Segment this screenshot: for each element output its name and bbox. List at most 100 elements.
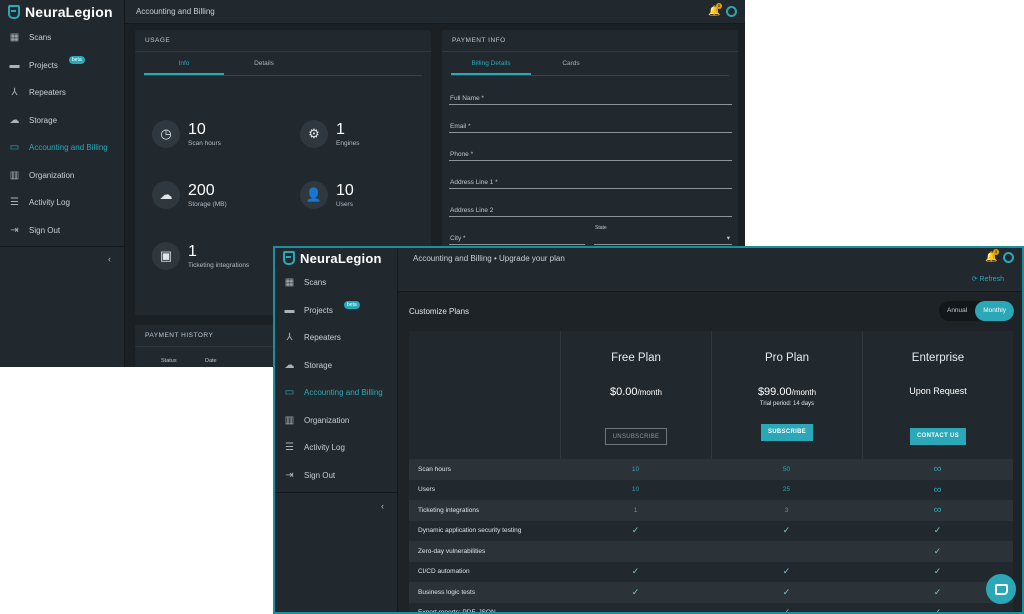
refresh-button[interactable]: ⟳ Refresh <box>972 275 1004 283</box>
sidebar-item-storage[interactable]: ☁ Storage <box>0 107 124 135</box>
price-period: /month <box>637 388 662 397</box>
payment-info-title: PAYMENT INFO <box>442 30 738 52</box>
repeater-icon: ⅄ <box>286 332 293 344</box>
bell-icon[interactable]: 🔔 5 <box>985 249 999 263</box>
city-field[interactable]: City * <box>449 231 585 245</box>
sidebar: NeuraLegion ▦ Scans ▬ Projects beta ⅄ Repeat… <box>0 0 125 367</box>
toggle-annual[interactable]: Annual <box>939 301 975 321</box>
feature-value: 3 <box>784 506 789 514</box>
stat-value: 1 <box>336 121 345 138</box>
feature-name: Export reports: PDF, JSON <box>418 609 496 614</box>
sidebar-item-label: Storage <box>304 360 333 370</box>
plans-title: Customize Plans <box>409 307 470 316</box>
infinity-icon: ∞ <box>933 504 942 517</box>
clock-icon: ◷ <box>152 120 180 148</box>
feature-name: Scan hours <box>418 465 451 473</box>
stat-value: 200 <box>188 182 215 199</box>
front-window: NeuraLegion ▦ Scans ▬ Projects beta ⅄ Repeat… <box>273 246 1024 614</box>
account-icon[interactable] <box>1003 252 1014 263</box>
payment-info-card: PAYMENT INFO Billing Details Cards Full … <box>442 30 738 260</box>
check-icon: ✓ <box>782 586 791 597</box>
sidebar-item-projects[interactable]: ▬ Projects beta <box>0 52 124 80</box>
price-amount: $99.00 <box>757 386 792 398</box>
billing-period-toggle[interactable]: Annual Monthly <box>938 301 1014 321</box>
sidebar-item-label: Organization <box>304 415 350 425</box>
field-label: Email * <box>450 123 471 130</box>
state-select[interactable]: State ▾ <box>594 225 732 245</box>
usage-title: USAGE <box>135 30 431 52</box>
sidebar-item-scans[interactable]: ▦ Scans <box>275 269 397 297</box>
email-field[interactable]: Email * <box>449 119 732 133</box>
sidebar-item-sign-out[interactable]: ⇥ Sign Out <box>0 217 124 245</box>
sidebar-item-repeaters[interactable]: ⅄ Repeaters <box>275 324 397 352</box>
stat-value: 10 <box>188 121 206 138</box>
toggle-monthly[interactable]: Monthly <box>975 301 1014 321</box>
sidebar-item-activity-log[interactable]: ☰ Activity Log <box>0 189 124 217</box>
tab-info[interactable]: Info <box>144 52 224 75</box>
sidebar-item-projects[interactable]: ▬ Projects beta <box>275 297 397 325</box>
sidebar-item-scans[interactable]: ▦ Scans <box>0 24 124 52</box>
cloud-icon: ☁ <box>9 114 20 126</box>
list-icon: ☰ <box>285 442 294 454</box>
address-line-1-field[interactable]: Address Line 1 * <box>449 175 732 189</box>
top-bar: Accounting and Billing 🔔 5 <box>125 0 745 24</box>
check-icon: ✓ <box>933 545 942 556</box>
address-line-2-field[interactable]: Address Line 2 <box>449 203 732 217</box>
bell-icon[interactable]: 🔔 5 <box>708 3 722 17</box>
check-icon: ✓ <box>782 566 791 577</box>
feature-name: Zero-day vulnerabilities <box>418 547 486 555</box>
stat-label: Users <box>336 201 353 208</box>
stat-storage: ☁ 200 Storage (MB) <box>152 181 227 209</box>
collapse-sidebar-button[interactable]: ‹ <box>275 492 398 518</box>
chart-icon: ▦ <box>9 32 20 44</box>
sidebar-item-label: Activity Log <box>304 443 345 453</box>
price-amount: $0.00 <box>610 386 638 398</box>
unsubscribe-button[interactable]: UNSUBSCRIBE <box>604 428 668 445</box>
sidebar-item-accounting-and-billing[interactable]: ▭ Accounting and Billing <box>275 379 397 407</box>
brand-logo: NeuraLegion <box>0 0 124 24</box>
feature-name: CI/CD automation <box>418 568 470 576</box>
tab-cards[interactable]: Cards <box>531 52 611 75</box>
phone-field[interactable]: Phone * <box>449 147 732 161</box>
card-icon: ▭ <box>284 387 295 399</box>
sidebar-item-label: Accounting and Billing <box>304 388 383 398</box>
contact-us-button[interactable]: CONTACT US <box>910 428 966 445</box>
sidebar-item-activity-log[interactable]: ☰ Activity Log <box>275 434 397 462</box>
infinity-icon: ∞ <box>933 483 942 496</box>
sidebar-item-organization[interactable]: ▥ Organization <box>275 407 397 435</box>
sidebar-item-storage[interactable]: ☁ Storage <box>275 352 397 380</box>
feature-row: Scan hours 10 50 ∞ <box>409 459 1013 480</box>
sidebar-item-label: Projects <box>29 60 58 70</box>
tab-details[interactable]: Details <box>224 52 304 75</box>
logo-icon <box>283 251 295 265</box>
column-status: Status <box>161 358 177 364</box>
brand-name: NeuraLegion <box>300 250 382 266</box>
check-icon: ✓ <box>631 566 640 577</box>
check-icon: ✓ <box>631 525 640 536</box>
sidebar-item-accounting-and-billing[interactable]: ▭ Accounting and Billing <box>0 134 124 162</box>
sidebar-item-repeaters[interactable]: ⅄ Repeaters <box>0 79 124 107</box>
chat-button[interactable] <box>986 574 1016 604</box>
full-name-field[interactable]: Full Name * <box>449 91 732 105</box>
sidebar-item-organization[interactable]: ▥ Organization <box>0 162 124 190</box>
tab-billing-details[interactable]: Billing Details <box>451 52 531 75</box>
feature-row: Users 10 25 ∞ <box>409 480 1013 501</box>
feature-row: Zero-day vulnerabilities ✓ <box>409 541 1013 562</box>
subscribe-button[interactable]: SUBSCRIBE <box>760 424 814 441</box>
sidebar-item-label: Repeaters <box>29 88 66 98</box>
stat-label: Ticketing integrations <box>188 262 250 269</box>
sidebar-item-label: Projects <box>304 305 333 315</box>
check-icon: ✓ <box>631 586 640 597</box>
toolbar: ⟳ Refresh <box>398 268 1022 292</box>
ticket-icon: ▣ <box>152 242 180 270</box>
stat-value: 1 <box>188 243 197 260</box>
refresh-label: Refresh <box>979 276 1004 283</box>
column-date: Date <box>205 358 217 364</box>
logo-icon <box>8 5 20 19</box>
feature-value: 10 <box>631 486 640 494</box>
collapse-sidebar-button[interactable]: ‹ <box>0 246 125 270</box>
sidebar-item-sign-out[interactable]: ⇥ Sign Out <box>275 462 397 490</box>
folder-icon: ▬ <box>9 59 20 71</box>
sidebar: NeuraLegion ▦ Scans ▬ Projects beta ⅄ Repeat… <box>275 248 398 612</box>
account-icon[interactable] <box>726 6 737 17</box>
